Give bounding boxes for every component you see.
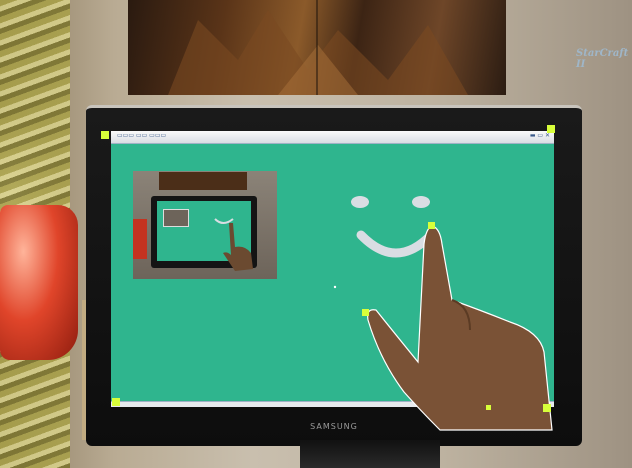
corner-marker-bottom-right xyxy=(543,404,551,412)
fingertip-marker xyxy=(428,222,435,229)
palm-marker xyxy=(486,405,491,410)
thumb-marker xyxy=(362,309,369,316)
tracking-markers xyxy=(101,125,555,412)
corner-marker-top-left xyxy=(101,131,109,139)
corner-marker-bottom-left xyxy=(112,398,120,406)
corner-marker-top-right xyxy=(547,125,555,133)
